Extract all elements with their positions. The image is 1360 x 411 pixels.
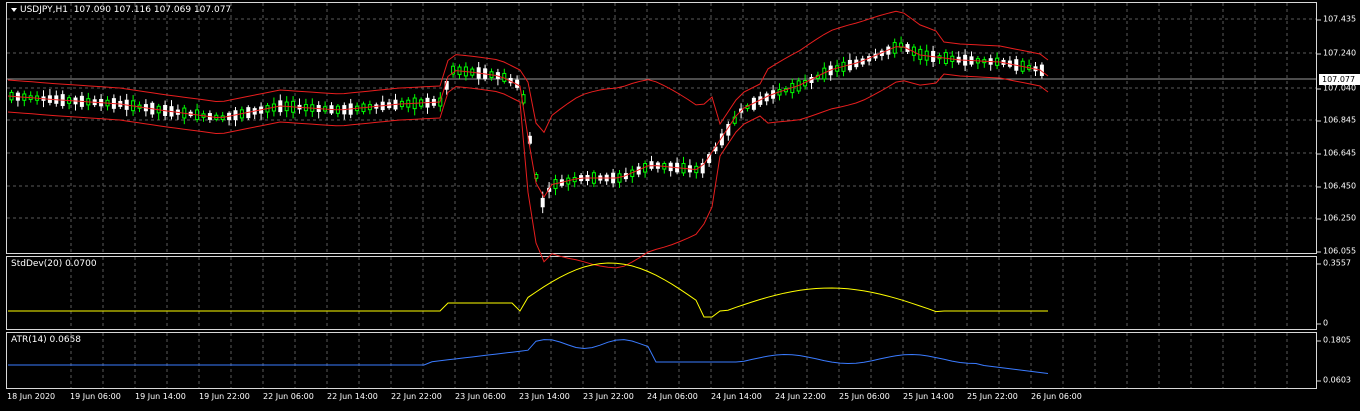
time-tick: 19 Jun 06:00 xyxy=(70,392,121,401)
time-tick: 24 Jun 22:00 xyxy=(775,392,826,401)
atr-axis: 0.1805 0.0603 xyxy=(1317,0,1360,389)
time-tick: 23 Jun 22:00 xyxy=(583,392,634,401)
lower-band-line xyxy=(7,73,1049,269)
time-tick: 18 Jun 2020 xyxy=(7,392,56,401)
time-tick: 19 Jun 22:00 xyxy=(199,392,250,401)
atr-tick: 0.0603 xyxy=(1317,375,1351,385)
time-tick: 25 Jun 06:00 xyxy=(839,392,890,401)
time-tick: 22 Jun 22:00 xyxy=(391,392,442,401)
time-tick: 24 Jun 06:00 xyxy=(647,392,698,401)
time-tick: 23 Jun 14:00 xyxy=(519,392,570,401)
candle-body xyxy=(617,173,622,183)
time-tick: 19 Jun 14:00 xyxy=(135,392,186,401)
time-tick: 24 Jun 14:00 xyxy=(711,392,762,401)
atr-tick: 0.1805 xyxy=(1317,335,1351,345)
time-tick: 22 Jun 06:00 xyxy=(263,392,314,401)
time-tick: 23 Jun 06:00 xyxy=(455,392,506,401)
chart-drawing xyxy=(7,3,1316,388)
stddev-line xyxy=(8,262,1048,318)
candle-body xyxy=(649,161,654,169)
time-tick: 25 Jun 22:00 xyxy=(967,392,1018,401)
middle-band-line xyxy=(7,46,1049,198)
time-tick: 26 Jun 06:00 xyxy=(1031,392,1082,401)
time-tick: 22 Jun 14:00 xyxy=(327,392,378,401)
atr-line xyxy=(8,339,1049,374)
time-tick: 25 Jun 14:00 xyxy=(903,392,954,401)
candle-body xyxy=(540,197,545,208)
time-axis: 18 Jun 2020 19 Jun 06:00 19 Jun 14:00 19… xyxy=(0,389,1317,411)
